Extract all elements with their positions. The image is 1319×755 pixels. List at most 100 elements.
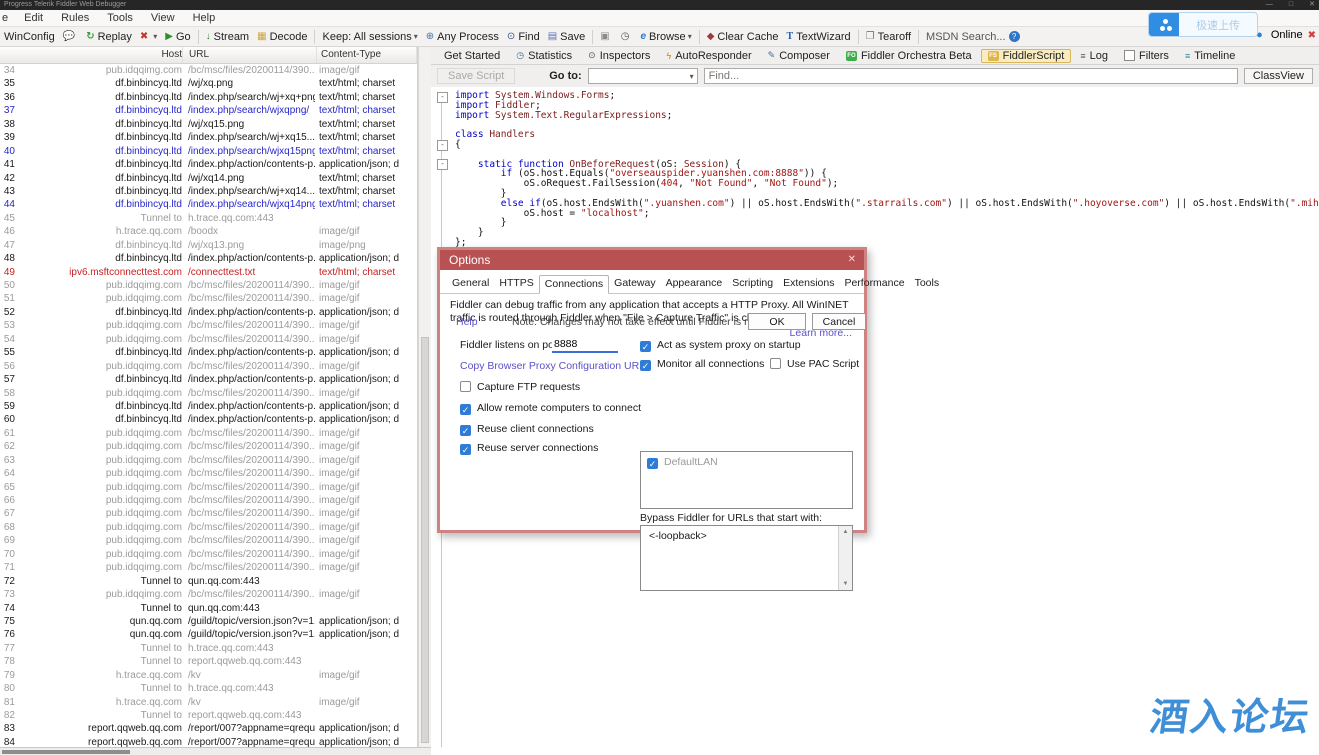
dialog-tab-https[interactable]: HTTPS xyxy=(494,275,538,293)
go-button[interactable]: ▶Go xyxy=(161,28,194,46)
save-script-button[interactable]: Save Script xyxy=(437,68,515,84)
timer-button[interactable]: ◷ xyxy=(617,28,637,46)
tab-get-started[interactable]: Get Started xyxy=(437,49,507,63)
monitor-all-checkbox[interactable]: Monitor all connections xyxy=(640,358,764,371)
session-row[interactable]: 47df.binbincyq.ltd/wj/xq13.pngimage/png xyxy=(0,239,417,252)
textwizard-button[interactable]: TTextWizard xyxy=(783,28,855,46)
find-button[interactable]: ⊙Find xyxy=(503,28,544,46)
session-row[interactable]: 75qun.qq.com/guild/topic/version.json?v=… xyxy=(0,615,417,628)
session-row[interactable]: 55df.binbincyq.ltd/index.php/action/cont… xyxy=(0,346,417,359)
session-row[interactable]: 44df.binbincyq.ltd/index.php/search/wjxq… xyxy=(0,198,417,211)
session-list-vscrollbar[interactable] xyxy=(418,47,431,747)
tab-inspectors[interactable]: ⊙Inspectors xyxy=(581,49,657,63)
fold-toggle-icon[interactable]: - xyxy=(437,92,448,103)
session-list-header[interactable]: Host URL Content-Type xyxy=(0,47,417,64)
session-row[interactable]: 64pub.idqqimg.com/bc/msc/files/20200114/… xyxy=(0,467,417,480)
goto-dropdown[interactable]: ▾ xyxy=(588,68,698,84)
close-button[interactable]: ✕ xyxy=(1309,0,1315,10)
session-row[interactable]: 42df.binbincyq.ltd/wj/xq14.pngtext/html;… xyxy=(0,172,417,185)
tab-filters[interactable]: Filters xyxy=(1117,49,1176,63)
save-button[interactable]: ▤Save xyxy=(544,28,590,46)
session-row[interactable]: 70pub.idqqimg.com/bc/msc/files/20200114/… xyxy=(0,548,417,561)
session-row[interactable]: 38df.binbincyq.ltd/wj/xq15.pngtext/html;… xyxy=(0,118,417,131)
winconfig-button[interactable]: WinConfig xyxy=(0,28,59,46)
session-row[interactable]: 49ipv6.msftconnecttest.com/connecttest.t… xyxy=(0,266,417,279)
dialog-tab-general[interactable]: General xyxy=(447,275,494,293)
session-row[interactable]: 78Tunnel toreport.qqweb.qq.com:443 xyxy=(0,655,417,668)
dialog-tab-gateway[interactable]: Gateway xyxy=(609,275,660,293)
session-row[interactable]: 39df.binbincyq.ltd/index.php/search/wj+x… xyxy=(0,131,417,144)
session-row[interactable]: 77Tunnel toh.trace.qq.com:443 xyxy=(0,642,417,655)
remove-sessions-button[interactable]: ✖▾ xyxy=(136,28,161,46)
session-row[interactable]: 61pub.idqqimg.com/bc/msc/files/20200114/… xyxy=(0,427,417,440)
dialog-tab-performance[interactable]: Performance xyxy=(839,275,909,293)
decode-button[interactable]: ▦Decode xyxy=(253,28,311,46)
tab-fiddler-orchestra[interactable]: FOFiddler Orchestra Beta xyxy=(839,49,979,63)
session-row[interactable]: 43df.binbincyq.ltd/index.php/search/wj+x… xyxy=(0,185,417,198)
session-row[interactable]: 54pub.idqqimg.com/bc/msc/files/20200114/… xyxy=(0,333,417,346)
default-lan-item[interactable]: DefaultLAN xyxy=(647,456,718,469)
session-list-hscrollbar[interactable] xyxy=(0,747,431,755)
scroll-up-icon[interactable]: ▲ xyxy=(839,529,852,535)
msdn-search-button[interactable]: MSDN Search... ? xyxy=(922,28,1024,46)
menu-view[interactable]: View xyxy=(142,12,184,24)
session-row[interactable]: 48df.binbincyq.ltd/index.php/action/cont… xyxy=(0,252,417,265)
fold-toggle-icon[interactable]: - xyxy=(437,159,448,170)
netdisk-upload-overlay[interactable]: 极速上传 xyxy=(1148,12,1258,37)
tab-fiddlerscript[interactable]: FSFiddlerScript xyxy=(981,49,1072,63)
any-process-button[interactable]: ⊕Any Process xyxy=(422,28,503,46)
dialog-tab-scripting[interactable]: Scripting xyxy=(727,275,778,293)
session-row[interactable]: 84report.qqweb.qq.com/report/007?appname… xyxy=(0,736,417,747)
session-row[interactable]: 60df.binbincyq.ltd/index.php/action/cont… xyxy=(0,413,417,426)
session-row[interactable]: 81h.trace.qq.com/kvimage/gif xyxy=(0,696,417,709)
cancel-button[interactable]: Cancel xyxy=(812,313,866,330)
column-header-content-type[interactable]: Content-Type xyxy=(321,47,417,63)
reuse-client-checkbox[interactable]: Reuse client connections xyxy=(460,423,594,436)
session-row[interactable]: 71pub.idqqimg.com/bc/msc/files/20200114/… xyxy=(0,561,417,574)
bypass-textarea[interactable]: <-loopback> ▲ ▼ xyxy=(640,525,853,591)
menu-help[interactable]: Help xyxy=(184,12,225,24)
session-row[interactable]: 73pub.idqqimg.com/bc/msc/files/20200114/… xyxy=(0,588,417,601)
maximize-button[interactable]: □ xyxy=(1289,0,1293,10)
dialog-tab-tools[interactable]: Tools xyxy=(910,275,945,293)
column-header-host[interactable]: Host xyxy=(18,47,183,63)
tearoff-button[interactable]: ❐Tearoff xyxy=(862,28,915,46)
session-row[interactable]: 66pub.idqqimg.com/bc/msc/files/20200114/… xyxy=(0,494,417,507)
session-row[interactable]: 46h.trace.qq.com/boodximage/gif xyxy=(0,225,417,238)
help-link[interactable]: Help xyxy=(456,316,478,328)
bypass-scrollbar[interactable]: ▲ ▼ xyxy=(838,526,852,590)
dialog-close-icon[interactable]: ✕ xyxy=(848,250,856,270)
vscrollbar-thumb[interactable] xyxy=(421,337,429,743)
menu-tools[interactable]: Tools xyxy=(98,12,142,24)
menu-file[interactable]: e xyxy=(0,12,15,24)
hscrollbar-thumb[interactable] xyxy=(2,750,130,754)
scroll-down-icon[interactable]: ▼ xyxy=(839,581,852,587)
session-row[interactable]: 56pub.idqqimg.com/bc/msc/files/20200114/… xyxy=(0,360,417,373)
session-row[interactable]: 50pub.idqqimg.com/bc/msc/files/20200114/… xyxy=(0,279,417,292)
session-row[interactable]: 34pub.idqqimg.com/bc/msc/files/20200114/… xyxy=(0,64,417,77)
session-row[interactable]: 62pub.idqqimg.com/bc/msc/files/20200114/… xyxy=(0,440,417,453)
session-row[interactable]: 45Tunnel toh.trace.qq.com:443 xyxy=(0,212,417,225)
session-row[interactable]: 59df.binbincyq.ltd/index.php/action/cont… xyxy=(0,400,417,413)
session-row[interactable]: 52df.binbincyq.ltd/index.php/action/cont… xyxy=(0,306,417,319)
tab-log[interactable]: ≡Log xyxy=(1073,49,1115,63)
session-row[interactable]: 57df.binbincyq.ltd/index.php/action/cont… xyxy=(0,373,417,386)
tab-composer[interactable]: ✎Composer xyxy=(761,49,837,63)
dialog-tab-appearance[interactable]: Appearance xyxy=(661,275,728,293)
session-row[interactable]: 65pub.idqqimg.com/bc/msc/files/20200114/… xyxy=(0,481,417,494)
session-row[interactable]: 37df.binbincyq.ltd/index.php/search/wjxq… xyxy=(0,104,417,117)
keep-sessions-dropdown[interactable]: Keep: All sessions▾ xyxy=(318,28,421,46)
reuse-server-checkbox[interactable]: Reuse server connections xyxy=(460,442,598,455)
online-indicator[interactable]: Online xyxy=(1271,29,1303,41)
ok-button[interactable]: OK xyxy=(748,313,806,330)
session-row[interactable]: 74Tunnel toqun.qq.com:443 xyxy=(0,602,417,615)
replay-button[interactable]: ↻Replay xyxy=(82,28,136,46)
session-row[interactable]: 63pub.idqqimg.com/bc/msc/files/20200114/… xyxy=(0,454,417,467)
session-row[interactable]: 51pub.idqqimg.com/bc/msc/files/20200114/… xyxy=(0,292,417,305)
session-row[interactable]: 68pub.idqqimg.com/bc/msc/files/20200114/… xyxy=(0,521,417,534)
session-row[interactable]: 41df.binbincyq.ltd/index.php/action/cont… xyxy=(0,158,417,171)
use-pac-checkbox[interactable]: Use PAC Script xyxy=(770,358,859,370)
adapters-listbox[interactable]: DefaultLAN xyxy=(640,451,853,509)
tab-timeline[interactable]: ≡Timeline xyxy=(1178,49,1242,63)
session-row[interactable]: 80Tunnel toh.trace.qq.com:443 xyxy=(0,682,417,695)
